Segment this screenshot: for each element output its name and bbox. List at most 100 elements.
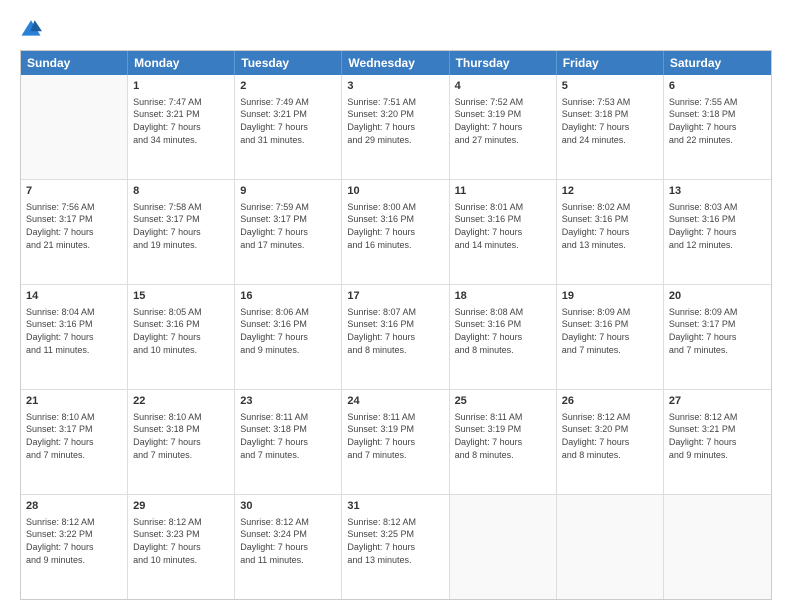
- cell-content: Sunrise: 8:12 AM Sunset: 3:20 PM Dayligh…: [562, 411, 658, 461]
- cell-content: Sunrise: 8:11 AM Sunset: 3:19 PM Dayligh…: [347, 411, 443, 461]
- cell-content: Sunrise: 8:09 AM Sunset: 3:17 PM Dayligh…: [669, 306, 766, 356]
- cell-content: Sunrise: 7:51 AM Sunset: 3:20 PM Dayligh…: [347, 96, 443, 146]
- cell-content: Sunrise: 7:59 AM Sunset: 3:17 PM Dayligh…: [240, 201, 336, 251]
- day-number: 12: [562, 184, 658, 199]
- header-day-thursday: Thursday: [450, 51, 557, 75]
- day-number: 21: [26, 394, 122, 409]
- day-number: 5: [562, 79, 658, 94]
- calendar-row-0: 1 Sunrise: 7:47 AM Sunset: 3:21 PM Daylig…: [21, 75, 771, 180]
- cell-content: Sunrise: 8:04 AM Sunset: 3:16 PM Dayligh…: [26, 306, 122, 356]
- cell-content: Sunrise: 8:12 AM Sunset: 3:23 PM Dayligh…: [133, 516, 229, 566]
- calendar-row-3: 21 Sunrise: 8:10 AM Sunset: 3:17 PM Dayli…: [21, 390, 771, 495]
- calendar-cell: 1 Sunrise: 7:47 AM Sunset: 3:21 PM Daylig…: [128, 75, 235, 179]
- cell-content: Sunrise: 8:02 AM Sunset: 3:16 PM Dayligh…: [562, 201, 658, 251]
- calendar-cell: 25 Sunrise: 8:11 AM Sunset: 3:19 PM Dayli…: [450, 390, 557, 494]
- day-number: 2: [240, 79, 336, 94]
- day-number: 11: [455, 184, 551, 199]
- day-number: 1: [133, 79, 229, 94]
- cell-content: Sunrise: 8:11 AM Sunset: 3:19 PM Dayligh…: [455, 411, 551, 461]
- calendar-cell: 8Sunrise: 7:58 AM Sunset: 3:17 PM Daylig…: [128, 180, 235, 284]
- cell-content: Sunrise: 8:08 AM Sunset: 3:16 PM Dayligh…: [455, 306, 551, 356]
- day-number: 27: [669, 394, 766, 409]
- header-day-monday: Monday: [128, 51, 235, 75]
- day-number: 15: [133, 289, 229, 304]
- header-day-tuesday: Tuesday: [235, 51, 342, 75]
- cell-content: Sunrise: 8:12 AM Sunset: 3:24 PM Dayligh…: [240, 516, 336, 566]
- day-number: 31: [347, 499, 443, 514]
- cell-content: Sunrise: 7:49 AM Sunset: 3:21 PM Dayligh…: [240, 96, 336, 146]
- calendar-cell: 26 Sunrise: 8:12 AM Sunset: 3:20 PM Dayli…: [557, 390, 664, 494]
- calendar-cell: 31Sunrise: 8:12 AM Sunset: 3:25 PM Dayli…: [342, 495, 449, 599]
- day-number: 22: [133, 394, 229, 409]
- calendar-cell: 16 Sunrise: 8:06 AM Sunset: 3:16 PM Dayli…: [235, 285, 342, 389]
- day-number: 9: [240, 184, 336, 199]
- calendar-cell: 3Sunrise: 7:51 AM Sunset: 3:20 PM Daylig…: [342, 75, 449, 179]
- day-number: 19: [562, 289, 658, 304]
- cell-content: Sunrise: 7:52 AM Sunset: 3:19 PM Dayligh…: [455, 96, 551, 146]
- day-number: 30: [240, 499, 336, 514]
- day-number: 16: [240, 289, 336, 304]
- day-number: 20: [669, 289, 766, 304]
- cell-content: Sunrise: 8:05 AM Sunset: 3:16 PM Dayligh…: [133, 306, 229, 356]
- day-number: 26: [562, 394, 658, 409]
- calendar-cell: 10Sunrise: 8:00 AM Sunset: 3:16 PM Dayli…: [342, 180, 449, 284]
- calendar-row-1: 7Sunrise: 7:56 AM Sunset: 3:17 PM Daylig…: [21, 180, 771, 285]
- day-number: 17: [347, 289, 443, 304]
- calendar-cell: 22 Sunrise: 8:10 AM Sunset: 3:18 PM Dayli…: [128, 390, 235, 494]
- calendar-cell: 5 Sunrise: 7:53 AM Sunset: 3:18 PM Daylig…: [557, 75, 664, 179]
- header-day-saturday: Saturday: [664, 51, 771, 75]
- header-day-wednesday: Wednesday: [342, 51, 449, 75]
- calendar-cell: 24 Sunrise: 8:11 AM Sunset: 3:19 PM Dayli…: [342, 390, 449, 494]
- cell-content: Sunrise: 8:06 AM Sunset: 3:16 PM Dayligh…: [240, 306, 336, 356]
- calendar-cell: 21 Sunrise: 8:10 AM Sunset: 3:17 PM Dayli…: [21, 390, 128, 494]
- calendar-cell: 30 Sunrise: 8:12 AM Sunset: 3:24 PM Dayli…: [235, 495, 342, 599]
- calendar-cell: 11 Sunrise: 8:01 AM Sunset: 3:16 PM Dayli…: [450, 180, 557, 284]
- cell-content: Sunrise: 8:10 AM Sunset: 3:17 PM Dayligh…: [26, 411, 122, 461]
- calendar: SundayMondayTuesdayWednesdayThursdayFrid…: [20, 50, 772, 600]
- cell-content: Sunrise: 8:07 AM Sunset: 3:16 PM Dayligh…: [347, 306, 443, 356]
- header-day-friday: Friday: [557, 51, 664, 75]
- header-day-sunday: Sunday: [21, 51, 128, 75]
- calendar-cell: 9 Sunrise: 7:59 AM Sunset: 3:17 PM Daylig…: [235, 180, 342, 284]
- cell-content: Sunrise: 7:58 AM Sunset: 3:17 PM Dayligh…: [133, 201, 229, 251]
- day-number: 4: [455, 79, 551, 94]
- day-number: 18: [455, 289, 551, 304]
- calendar-header: SundayMondayTuesdayWednesdayThursdayFrid…: [21, 51, 771, 75]
- calendar-cell: 19 Sunrise: 8:09 AM Sunset: 3:16 PM Dayli…: [557, 285, 664, 389]
- logo: [20, 18, 46, 40]
- day-number: 13: [669, 184, 766, 199]
- calendar-cell: 14 Sunrise: 8:04 AM Sunset: 3:16 PM Dayli…: [21, 285, 128, 389]
- cell-content: Sunrise: 8:09 AM Sunset: 3:16 PM Dayligh…: [562, 306, 658, 356]
- header: [20, 18, 772, 40]
- logo-icon: [20, 18, 42, 40]
- cell-content: Sunrise: 8:12 AM Sunset: 3:21 PM Dayligh…: [669, 411, 766, 461]
- day-number: 24: [347, 394, 443, 409]
- calendar-cell: 12 Sunrise: 8:02 AM Sunset: 3:16 PM Dayli…: [557, 180, 664, 284]
- calendar-cell: 6Sunrise: 7:55 AM Sunset: 3:18 PM Daylig…: [664, 75, 771, 179]
- calendar-body: 1 Sunrise: 7:47 AM Sunset: 3:21 PM Daylig…: [21, 75, 771, 599]
- day-number: 29: [133, 499, 229, 514]
- day-number: 10: [347, 184, 443, 199]
- calendar-row-4: 28 Sunrise: 8:12 AM Sunset: 3:22 PM Dayli…: [21, 495, 771, 599]
- cell-content: Sunrise: 8:11 AM Sunset: 3:18 PM Dayligh…: [240, 411, 336, 461]
- day-number: 6: [669, 79, 766, 94]
- calendar-cell: 17 Sunrise: 8:07 AM Sunset: 3:16 PM Dayli…: [342, 285, 449, 389]
- calendar-cell: 20 Sunrise: 8:09 AM Sunset: 3:17 PM Dayli…: [664, 285, 771, 389]
- cell-content: Sunrise: 8:01 AM Sunset: 3:16 PM Dayligh…: [455, 201, 551, 251]
- cell-content: Sunrise: 7:47 AM Sunset: 3:21 PM Dayligh…: [133, 96, 229, 146]
- calendar-cell: [450, 495, 557, 599]
- calendar-cell: 27 Sunrise: 8:12 AM Sunset: 3:21 PM Dayli…: [664, 390, 771, 494]
- calendar-cell: 15 Sunrise: 8:05 AM Sunset: 3:16 PM Dayli…: [128, 285, 235, 389]
- cell-content: Sunrise: 8:10 AM Sunset: 3:18 PM Dayligh…: [133, 411, 229, 461]
- day-number: 25: [455, 394, 551, 409]
- cell-content: Sunrise: 7:53 AM Sunset: 3:18 PM Dayligh…: [562, 96, 658, 146]
- day-number: 14: [26, 289, 122, 304]
- calendar-cell: [557, 495, 664, 599]
- calendar-cell: [21, 75, 128, 179]
- cell-content: Sunrise: 8:12 AM Sunset: 3:22 PM Dayligh…: [26, 516, 122, 566]
- day-number: 28: [26, 499, 122, 514]
- calendar-cell: 2 Sunrise: 7:49 AM Sunset: 3:21 PM Daylig…: [235, 75, 342, 179]
- calendar-cell: 4 Sunrise: 7:52 AM Sunset: 3:19 PM Daylig…: [450, 75, 557, 179]
- calendar-cell: 13Sunrise: 8:03 AM Sunset: 3:16 PM Dayli…: [664, 180, 771, 284]
- calendar-cell: 18 Sunrise: 8:08 AM Sunset: 3:16 PM Dayli…: [450, 285, 557, 389]
